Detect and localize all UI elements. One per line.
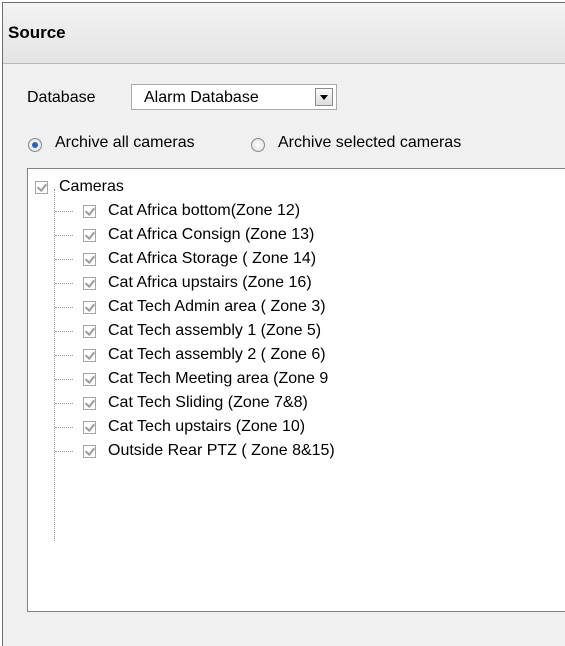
root-checkbox[interactable] [35,181,48,194]
camera-checkbox[interactable] [83,373,96,386]
camera-label: Cat Tech Meeting area (Zone 9 [108,370,329,387]
tree-connector [55,427,73,428]
camera-label: Cat Africa Consign (Zone 13) [108,226,315,243]
camera-label: Cat Tech assembly 2 ( Zone 6) [108,346,326,363]
camera-label: Outside Rear PTZ ( Zone 8&15) [108,442,335,459]
archive-all-label[interactable]: Archive all cameras [55,134,195,152]
database-select[interactable]: Alarm Database [131,84,337,110]
camera-checkbox[interactable] [83,445,96,458]
camera-checkbox[interactable] [83,229,96,242]
chevron-down-icon[interactable] [315,88,333,106]
camera-label: Cat Tech Admin area ( Zone 3) [108,298,326,315]
section-header: Source [3,3,565,64]
tree-connector [55,355,73,356]
tree-connector [55,235,73,236]
tree-connector [54,189,55,541]
tree-connector [55,307,73,308]
camera-checkbox[interactable] [83,325,96,338]
database-label: Database [27,89,96,106]
archive-selected-radio[interactable] [251,138,265,152]
camera-checkbox[interactable] [83,421,96,434]
tree-connector [55,211,73,212]
camera-label: Cat Africa Storage ( Zone 14) [108,250,317,267]
camera-label: Cat Tech assembly 1 (Zone 5) [108,322,322,339]
archive-selected-label[interactable]: Archive selected cameras [278,134,461,152]
tree-connector [55,451,73,452]
tree-connector [55,379,73,380]
tree-connector [55,283,73,284]
camera-checkbox[interactable] [83,277,96,290]
section-title: Source [8,23,66,42]
database-selected-value: Alarm Database [144,89,259,106]
camera-checkbox[interactable] [83,253,96,266]
archive-all-radio[interactable] [28,138,42,152]
camera-label: Cat Tech upstairs (Zone 10) [108,418,306,435]
camera-checkbox[interactable] [83,397,96,410]
camera-label: Cat Africa bottom(Zone 12) [108,202,301,219]
tree-connector [55,331,73,332]
camera-checkbox[interactable] [83,349,96,362]
camera-label: Cat Tech Sliding (Zone 7&8) [108,394,308,411]
tree-root-label: Cameras [59,178,124,195]
tree-connector [55,403,73,404]
camera-checkbox[interactable] [83,301,96,314]
tree-connector [55,259,73,260]
camera-checkbox[interactable] [83,205,96,218]
camera-label: Cat Africa upstairs (Zone 16) [108,274,312,291]
camera-tree[interactable]: Cameras Cat Africa bottom(Zone 12) Cat Af… [27,168,565,612]
